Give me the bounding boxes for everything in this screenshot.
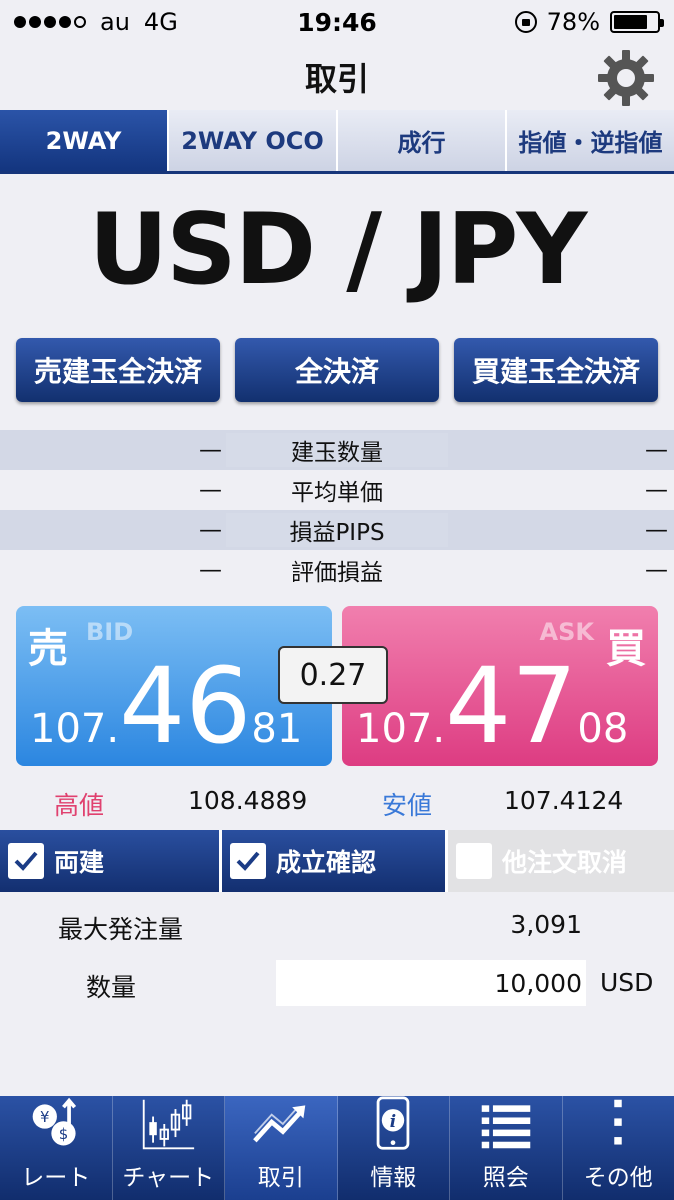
svg-text:i: i bbox=[390, 1111, 396, 1131]
tab-rate-label: レート bbox=[21, 1165, 91, 1191]
tab-info-label: 情報 bbox=[370, 1165, 417, 1191]
page-title: 取引 bbox=[304, 60, 369, 98]
sell-value: — bbox=[199, 437, 222, 463]
quantity-label: 数量 bbox=[86, 973, 137, 1002]
vertical-dots-icon bbox=[614, 1099, 622, 1145]
rate-panel: 売 BID 107.4681 ASK 買 107.4708 0.27 bbox=[16, 606, 658, 766]
low-value: 107.4124 bbox=[504, 786, 624, 815]
svg-text:¥: ¥ bbox=[40, 1108, 49, 1126]
cancel-other-orders-checkbox[interactable]: 他注文取消 bbox=[448, 830, 674, 892]
spread-badge: 0.27 bbox=[278, 646, 388, 704]
sell-value: — bbox=[199, 517, 222, 543]
ask-price: 107.4708 bbox=[356, 654, 629, 758]
bid-price-suffix: 81 bbox=[251, 706, 303, 752]
tab-inquiry-label: 照会 bbox=[482, 1165, 529, 1191]
bid-price: 107.4681 bbox=[30, 654, 303, 758]
gear-icon[interactable] bbox=[596, 48, 656, 108]
ask-buy-button[interactable]: ASK 買 107.4708 bbox=[342, 606, 658, 766]
sell-value: — bbox=[199, 557, 222, 583]
hedge-checkbox[interactable]: 両建 bbox=[0, 830, 222, 892]
bid-price-big: 46 bbox=[119, 645, 252, 767]
tab-inquiry[interactable]: 照会 bbox=[450, 1096, 563, 1200]
quantity-row: 数量 USD bbox=[0, 960, 674, 1006]
info-phone-icon: i bbox=[376, 1096, 410, 1150]
tab-2way[interactable]: 2WAY bbox=[0, 110, 169, 171]
unchecked-box-icon bbox=[456, 843, 492, 879]
ask-price-suffix: 08 bbox=[577, 706, 629, 752]
settle-buttons: 売建玉全決済 全決済 買建玉全決済 bbox=[16, 338, 658, 402]
bottom-tab-bar: ¥ $ レート チャート 取引 i 情報 照会 その他 bbox=[0, 1096, 674, 1200]
cancel-other-label: 他注文取消 bbox=[502, 848, 628, 877]
coins-exchange-icon: ¥ $ bbox=[32, 1097, 76, 1146]
ask-price-big: 47 bbox=[445, 645, 578, 767]
currency-pair[interactable]: USD / JPY bbox=[0, 190, 674, 310]
order-type-tabs: 2WAY 2WAY OCO 成行 指値・逆指値 bbox=[0, 110, 674, 174]
quantity-input[interactable] bbox=[276, 960, 586, 1006]
tab-chart[interactable]: チャート bbox=[113, 1096, 225, 1200]
battery-icon bbox=[610, 11, 664, 33]
sell-value: — bbox=[199, 477, 222, 503]
tab-more[interactable]: その他 bbox=[563, 1096, 674, 1200]
fill-confirm-checkbox[interactable]: 成立確認 bbox=[222, 830, 448, 892]
high-low-row: 高値 108.4889 安値 107.4124 bbox=[0, 780, 674, 824]
tab-trade-label: 取引 bbox=[257, 1165, 304, 1191]
bid-price-prefix: 107. bbox=[30, 706, 120, 752]
bid-label: BID bbox=[86, 618, 134, 646]
svg-text:$: $ bbox=[58, 1125, 67, 1143]
tab-more-label: その他 bbox=[583, 1165, 653, 1191]
close-all-button[interactable]: 全決済 bbox=[235, 338, 439, 402]
table-row: — 損益PIPS — bbox=[0, 510, 674, 550]
status-bar: au 4G 19:46 78% bbox=[0, 0, 674, 44]
buy-value: — bbox=[645, 517, 668, 543]
high-value: 108.4889 bbox=[188, 786, 308, 815]
check-icon bbox=[230, 843, 266, 879]
tab-limit-stop[interactable]: 指値・逆指値 bbox=[507, 110, 674, 171]
hedge-label: 両建 bbox=[54, 848, 105, 877]
tab-2way-oco[interactable]: 2WAY OCO bbox=[169, 110, 338, 171]
buy-value: — bbox=[645, 557, 668, 583]
tab-trade[interactable]: 取引 bbox=[225, 1096, 338, 1200]
table-row: — 平均単価 — bbox=[0, 470, 674, 510]
signal-icon bbox=[14, 16, 86, 28]
position-table: — 建玉数量 — — 平均単価 — — 損益PIPS — — 評価損益 — bbox=[0, 430, 674, 590]
tab-market[interactable]: 成行 bbox=[338, 110, 507, 171]
check-icon bbox=[8, 843, 44, 879]
sell-close-all-button[interactable]: 売建玉全決済 bbox=[16, 338, 220, 402]
fill-confirm-label: 成立確認 bbox=[276, 848, 377, 877]
row-label: 評価損益 bbox=[291, 560, 383, 586]
row-label: 建玉数量 bbox=[226, 433, 448, 467]
tab-info[interactable]: i 情報 bbox=[338, 1096, 450, 1200]
tab-chart-label: チャート bbox=[122, 1165, 215, 1191]
ask-price-prefix: 107. bbox=[356, 706, 446, 752]
row-label: 損益PIPS bbox=[226, 513, 448, 547]
buy-value: — bbox=[645, 477, 668, 503]
buy-value: — bbox=[645, 437, 668, 463]
tab-rate[interactable]: ¥ $ レート bbox=[0, 1096, 113, 1200]
candlestick-chart-icon bbox=[143, 1099, 195, 1150]
table-row: — 評価損益 — bbox=[0, 550, 674, 590]
row-label: 平均単価 bbox=[291, 480, 383, 506]
nav-bar: 取引 bbox=[0, 44, 674, 110]
max-order-value: 3,091 bbox=[510, 910, 582, 939]
high-label: 高値 bbox=[54, 791, 105, 820]
carrier-label: au bbox=[100, 8, 130, 36]
order-options: 両建 成立確認 他注文取消 bbox=[0, 830, 674, 892]
table-row: — 建玉数量 — bbox=[0, 430, 674, 470]
max-order-label: 最大発注量 bbox=[58, 915, 184, 944]
network-label: 4G bbox=[143, 8, 178, 36]
low-label: 安値 bbox=[382, 791, 433, 820]
ask-label: ASK bbox=[539, 618, 594, 646]
quantity-unit: USD bbox=[600, 968, 654, 997]
battery-percent: 78% bbox=[546, 8, 600, 36]
buy-close-all-button[interactable]: 買建玉全決済 bbox=[454, 338, 658, 402]
rotation-lock-icon bbox=[514, 11, 537, 33]
trend-arrow-icon bbox=[252, 1105, 306, 1143]
list-icon bbox=[481, 1105, 531, 1149]
